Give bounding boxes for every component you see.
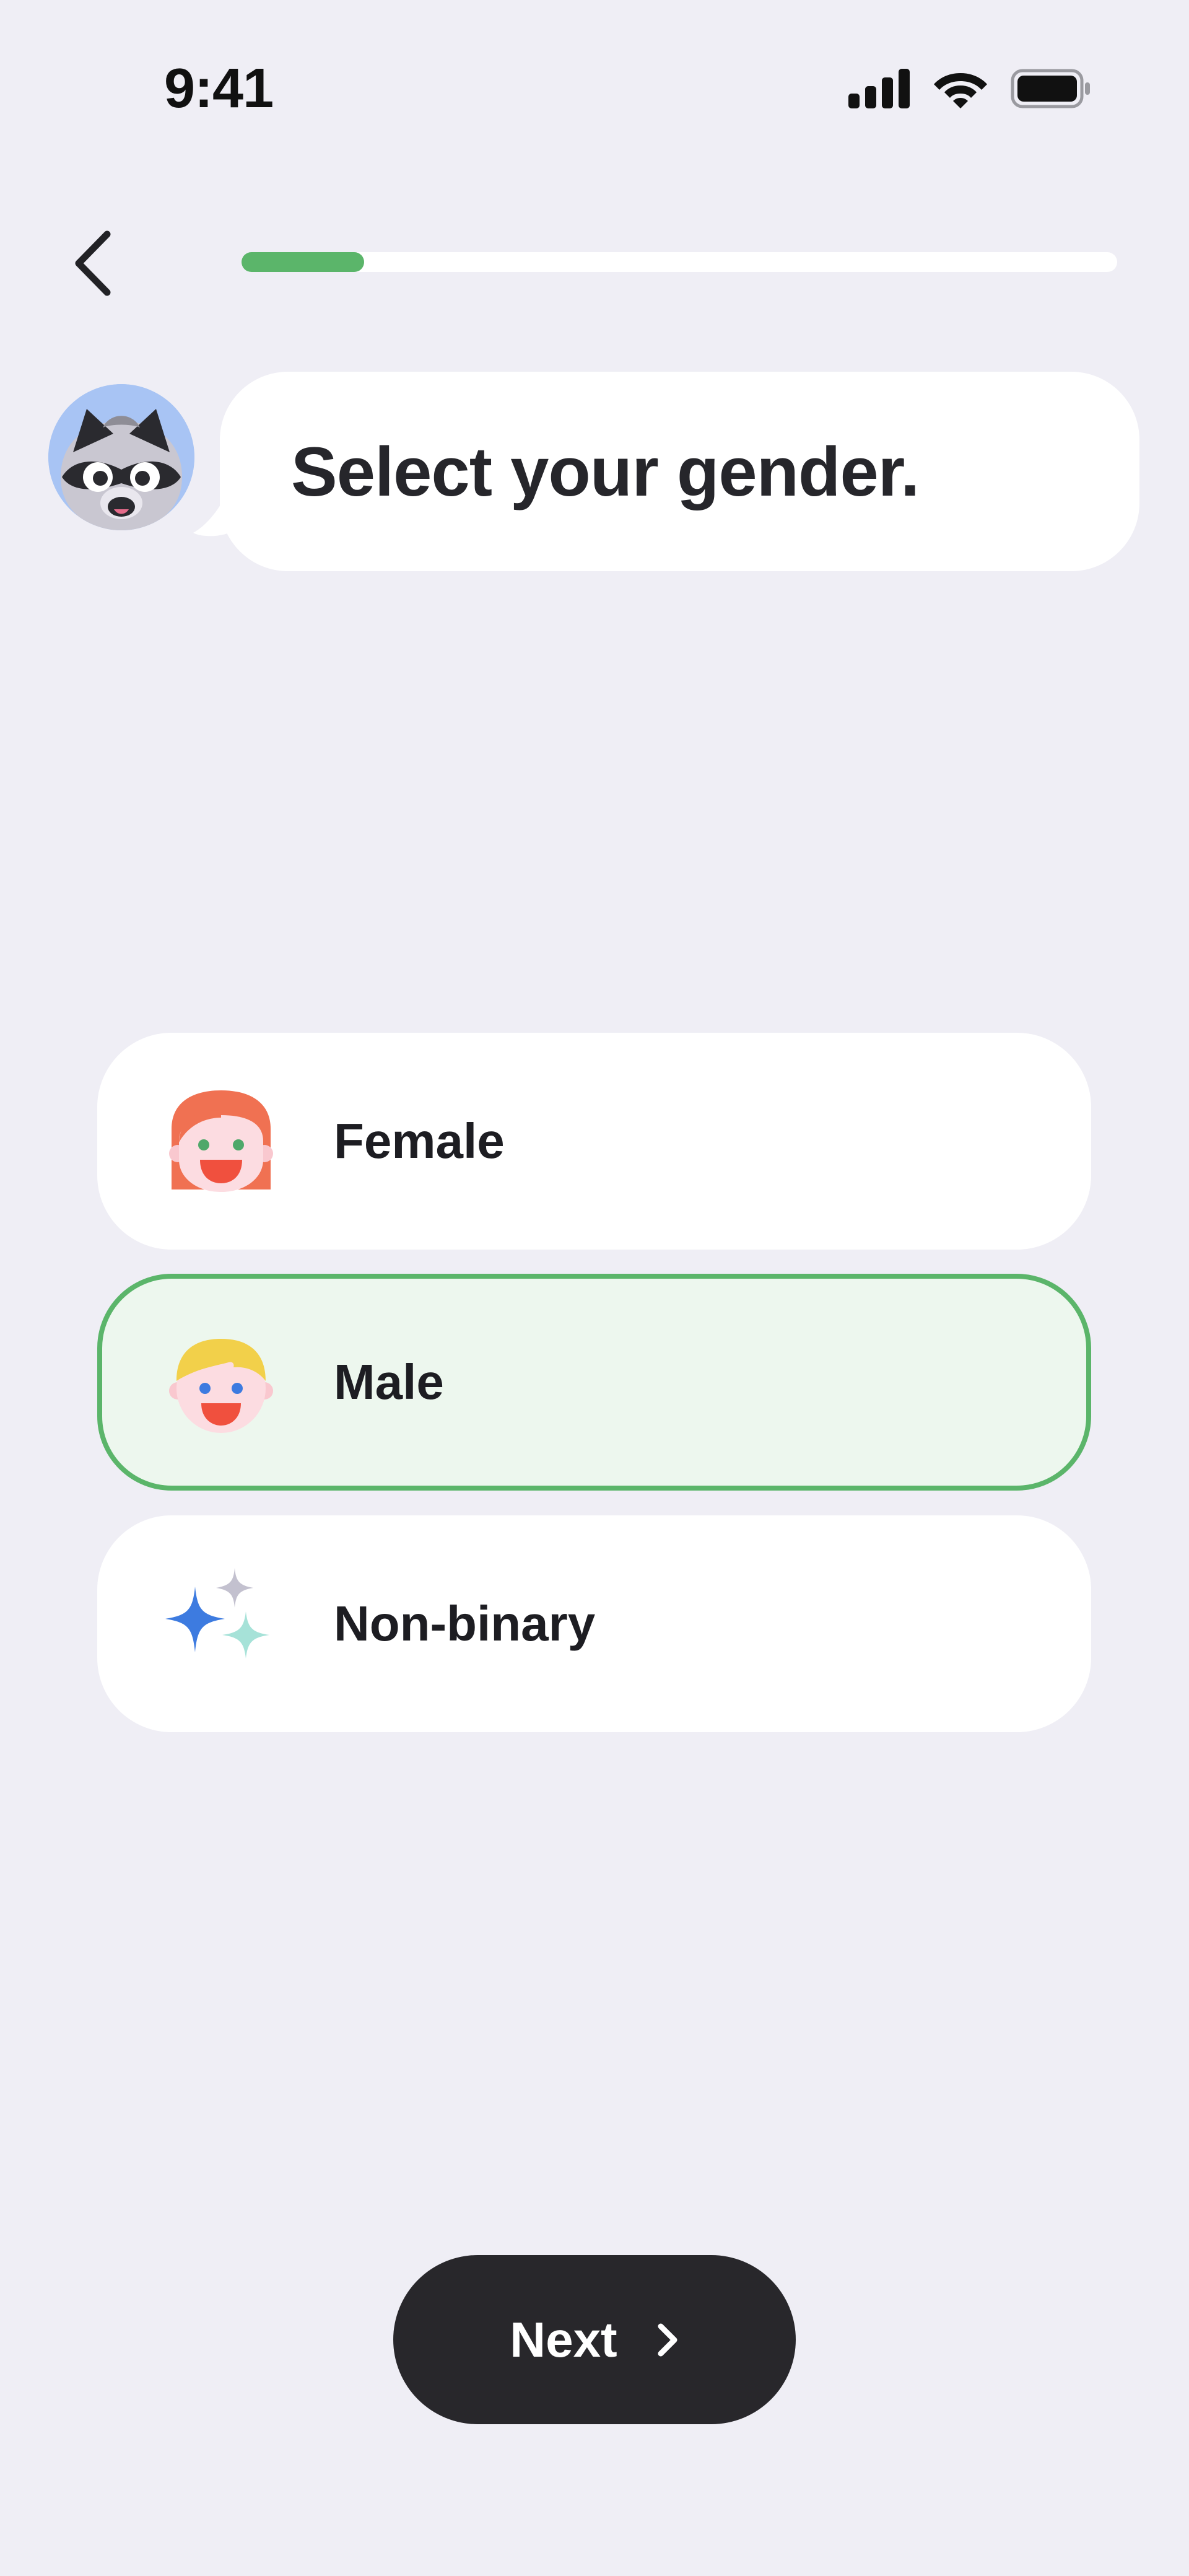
chevron-left-icon xyxy=(75,230,111,296)
status-time: 9:41 xyxy=(164,58,274,120)
raccoon-mascot-icon xyxy=(48,384,194,530)
male-face-icon xyxy=(169,1339,273,1433)
next-button-label: Next xyxy=(510,2311,617,2367)
wifi-icon xyxy=(934,73,987,108)
option-non-binary[interactable]: Non-binary xyxy=(97,1515,1091,1732)
question-text: Select your gender. xyxy=(291,432,920,510)
progress-bar xyxy=(242,252,1117,272)
speech-bubble: Select your gender. xyxy=(220,372,1139,571)
option-male[interactable]: Male xyxy=(97,1274,1091,1491)
progress-fill xyxy=(242,252,364,272)
back-button[interactable] xyxy=(56,223,130,304)
mascot-avatar xyxy=(48,384,194,530)
chevron-right-icon xyxy=(658,2323,677,2356)
battery-icon xyxy=(1011,69,1090,108)
female-face-icon xyxy=(169,1090,273,1192)
option-label: Male xyxy=(334,1354,444,1409)
next-button[interactable]: Next xyxy=(393,2255,796,2424)
cellular-signal-icon xyxy=(848,69,910,108)
status-icons xyxy=(848,67,1091,110)
option-female[interactable]: Female xyxy=(97,1033,1091,1250)
option-label: Female xyxy=(334,1113,505,1168)
option-label: Non-binary xyxy=(334,1596,596,1651)
sparkles-icon xyxy=(165,1568,269,1658)
